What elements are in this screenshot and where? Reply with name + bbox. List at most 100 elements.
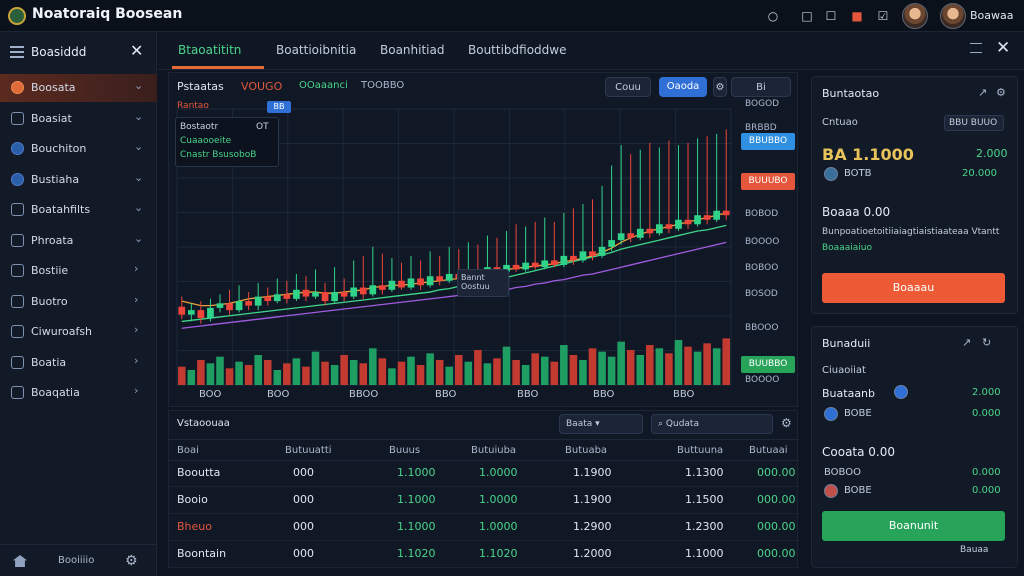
alert-icon[interactable]: ■ [848,7,866,25]
order-card-title: Buntaotao [822,87,880,100]
gift-icon[interactable]: ☐ [822,7,840,25]
dashboard-icon [11,81,24,94]
gear-icon[interactable]: ⚙ [781,416,792,430]
sidebar-item[interactable]: Bustiaha ⌄ [0,166,157,194]
coin-icon [11,172,24,186]
table-filter-select[interactable]: Baata ▾ [559,414,643,434]
user-name[interactable]: Boawaa [970,9,1014,22]
sidebar-header: Boasiddd ✕ [0,38,157,66]
x-axis-label: BBO [593,389,615,400]
tab-history[interactable]: Boanhitiad [380,43,444,57]
user-avatar[interactable] [940,3,966,29]
table-search-input[interactable]: ⌕ Qudata [651,414,773,434]
table-row[interactable]: Booio 000 1.1000 1.0000 1.1900 1.1500 000.00 [169,488,799,514]
x-axis-label: BBO [517,389,539,400]
search-icon[interactable]: ○ [764,7,782,25]
table-header-cell[interactable]: Butuiuba [471,445,516,456]
menu-icon[interactable] [970,43,982,53]
volume-bar [712,348,721,385]
sidebar-item[interactable]: Phroata ⌄ [0,227,157,255]
candle-body [541,260,549,268]
volume-bar [646,345,654,385]
sidebar-item[interactable]: Boatia › [0,349,157,377]
compare-button[interactable]: Couu [605,77,651,97]
candle-body [570,255,577,261]
chevron-icon: › [134,323,139,336]
expand-icon[interactable]: ↗ [962,336,971,349]
chevron-icon: ⌄ [134,231,144,245]
timeframe-select[interactable]: Bi [731,77,791,97]
candle-body [512,264,520,270]
settings-icon[interactable]: ⚙ [996,86,1006,99]
wallet-footer-link[interactable]: Bauaa [960,545,988,555]
coin-icon [894,385,908,399]
table-header-cell[interactable]: Butuaba [565,445,607,456]
chevron-icon: › [134,353,139,367]
sidebar-item[interactable]: Boasiat ⌄ [0,105,157,133]
sidebar-item[interactable]: Ciwuroafsh › [0,318,157,346]
table-cell: 1.1000 [397,466,436,479]
sidebar-item[interactable]: Bostiie › [0,257,157,285]
table-header-cell[interactable]: Boai [177,445,199,456]
indicator-label: Cuaaooeite [180,136,232,146]
avatar[interactable] [902,3,928,29]
candle-body [388,280,396,290]
table-cell-name: Booutta [177,466,221,479]
close-icon[interactable]: ✕ [130,41,143,60]
indicator-label: Bostaotr [180,122,219,132]
candle-body [417,278,424,286]
chevron-icon: › [134,292,139,306]
tab-orders[interactable]: Bouttibdfioddwe [468,43,567,57]
volume-bar [464,361,473,385]
indicator-label: Cnastr BsusoboB [180,150,257,160]
volume-bar [483,363,492,385]
table-cell: 1.2300 [685,520,724,533]
sidebar-footer-label[interactable]: Booiiiio [58,555,94,566]
order-type-select[interactable]: BBU BUUO [944,115,1004,131]
menu-icon[interactable] [10,46,24,58]
table-row[interactable]: Boontain 000 1.1020 1.1020 1.2000 1.1000 000.0… [169,542,799,568]
tab-analysis[interactable]: Boattioibnitia [276,43,356,57]
trading-pair[interactable]: VOUGO [241,80,282,93]
tab-overview[interactable]: Btaoatititn [178,43,241,57]
sidebar-item[interactable]: Buotro › [0,288,157,316]
table-header-cell[interactable]: Butuuatti [285,445,332,456]
home-icon[interactable] [13,555,27,567]
sidebar-item[interactable]: Boaqatia › [0,379,157,407]
settings-icon[interactable]: ⚙ [713,77,727,97]
table-cell: 000.00 [757,520,796,533]
candle-body [579,251,587,261]
wallet-asset-value: 2.000 [972,387,1001,398]
expand-icon[interactable]: ↗ [978,86,987,99]
tab-bar: Btaoatititn Boattioibnitia Boanhitiad Bo… [158,32,1024,70]
candle-body [245,301,252,306]
candle-body [560,255,568,265]
sidebar-item[interactable]: Bouchiton ⌄ [0,135,157,163]
candle-body [293,289,300,299]
sidebar-item-label: Boatahfilts [31,203,91,216]
tooltip-line: Bannt [461,273,485,282]
indicator-value: OT [256,122,269,132]
volume-bar [426,353,434,385]
wallet-row1-label: BOBOO [824,467,861,478]
notifications-icon[interactable]: ☑ [874,7,892,25]
coin-label: BOTB [844,168,872,179]
candle-body [331,292,338,302]
table-row[interactable]: Booutta 000 1.1000 1.0000 1.1900 1.1300 000.00 [169,461,799,487]
gear-icon[interactable]: ⚙ [125,553,138,569]
refresh-icon[interactable]: ↻ [982,336,991,349]
table-row[interactable]: Bheuo 000 1.1000 1.0000 1.2900 1.2300 000.00 [169,515,799,541]
table-header-cell[interactable]: Buttuuna [677,445,723,456]
chat-icon[interactable]: □ [798,7,816,25]
table-header-cell[interactable]: Buuus [389,445,420,456]
deposit-button[interactable]: Boanunit [822,511,1005,541]
price-axis-label: BOBOD [745,209,779,219]
sidebar-item[interactable]: Boosata ⌄ [0,74,157,102]
volume-bar [178,366,186,385]
sidebar-item[interactable]: Boatahfilts ⌄ [0,196,157,224]
place-order-button[interactable]: Boaaau [822,273,1005,303]
indicator-button[interactable]: Oaoda [659,77,707,97]
close-icon[interactable]: ✕ [996,38,1010,58]
table-header-cell[interactable]: Butuaai [749,445,788,456]
briefcase-icon [11,355,24,369]
